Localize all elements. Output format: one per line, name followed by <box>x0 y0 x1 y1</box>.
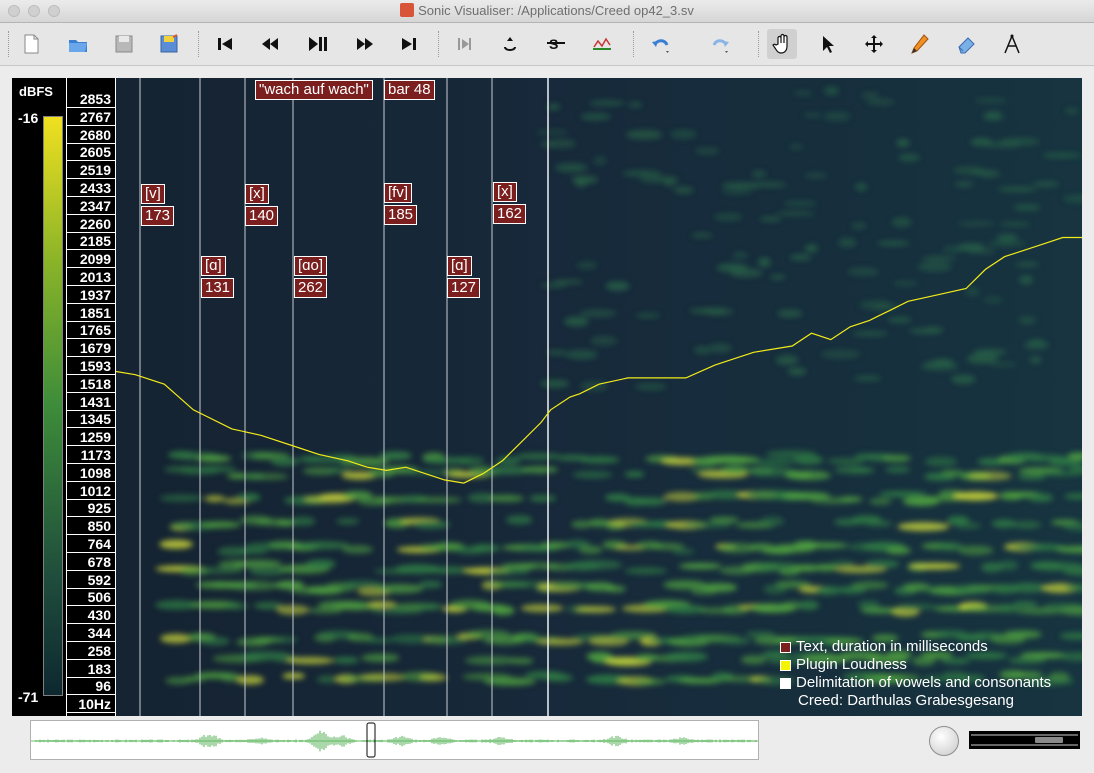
rewind-start-icon[interactable] <box>210 29 240 59</box>
frequency-tick-label: 1431 <box>79 393 111 410</box>
save-session-icon[interactable] <box>154 29 184 59</box>
overview-waveform[interactable] <box>30 720 759 760</box>
segment-duration: 127 <box>447 278 481 298</box>
frequency-tick-label: 2767 <box>79 108 111 125</box>
spectrogram-background <box>116 78 1082 716</box>
frequency-tick-label: 2853 <box>79 91 111 107</box>
fast-forward-icon[interactable] <box>350 29 380 59</box>
scale-max-label: -16 <box>18 110 39 126</box>
segment-duration: 185 <box>384 205 418 225</box>
redo-icon[interactable] <box>705 29 735 59</box>
frequency-tick-label: 1345 <box>79 411 111 428</box>
frequency-tick-label: 2605 <box>79 144 111 161</box>
frequency-tick-label: 1012 <box>79 482 111 499</box>
frequency-tick <box>67 712 117 714</box>
erase-icon[interactable] <box>951 29 981 59</box>
toolbar: S <box>0 23 1094 66</box>
measure-icon[interactable] <box>997 29 1027 59</box>
select-arrow-icon[interactable] <box>813 29 843 59</box>
rewind-icon[interactable] <box>255 29 285 59</box>
frequency-tick-label: 10Hz <box>78 696 111 713</box>
segment-duration: 131 <box>201 278 235 298</box>
save-icon[interactable] <box>109 29 139 59</box>
new-file-icon[interactable] <box>16 29 46 59</box>
segment-duration: 162 <box>493 204 527 224</box>
frequency-tick-label: 764 <box>87 536 111 552</box>
segment-label: [ɑ] <box>201 256 226 276</box>
legend: Text, duration in milliseconds Plugin Lo… <box>780 638 1051 710</box>
frequency-tick-label: 2013 <box>79 269 111 285</box>
segment-duration: 140 <box>245 206 279 226</box>
frequency-tick-label: 258 <box>87 642 111 659</box>
frequency-tick-label: 1937 <box>79 286 111 303</box>
segment-label: [v] <box>141 184 165 204</box>
frequency-tick-label: 1765 <box>79 322 111 339</box>
app-icon <box>400 3 415 17</box>
frequency-tick-label: 1679 <box>79 340 111 357</box>
frequency-tick-label: 2433 <box>79 180 111 196</box>
loop-icon[interactable] <box>495 29 525 59</box>
main-pane[interactable]: dBFS -16 -71 2853 2767 2680 2605 2519 2433 234… <box>12 78 1082 716</box>
segment-label: [x] <box>493 182 517 202</box>
draw-pencil-icon[interactable] <box>905 29 935 59</box>
frequency-tick-label: 1518 <box>79 375 111 392</box>
spectrogram-view[interactable]: [v] 173 [ɑ] 131 [x] 140 [ɑo] 262 [fv] 185 [ɑ] 127 [x… <box>116 78 1082 716</box>
title-bar: Sonic Visualiser: /Applications/Creed op… <box>0 0 1094 23</box>
legend-item: Text, duration in milliseconds <box>780 638 1051 656</box>
frequency-tick-label: 1098 <box>79 464 111 481</box>
zoom-knob[interactable] <box>929 726 959 756</box>
segment-label: [x] <box>245 184 269 204</box>
frequency-tick-label: 1259 <box>79 429 111 446</box>
frequency-tick-label: 506 <box>87 589 111 606</box>
solo-icon[interactable]: S <box>541 29 571 59</box>
frequency-tick-label: 344 <box>87 625 111 641</box>
segment-label: [ɑo] <box>294 256 328 276</box>
play-pause-icon[interactable] <box>303 29 333 59</box>
frequency-scale: 2853 2767 2680 2605 2519 2433 2347 2260 2185 2099… <box>66 78 117 716</box>
legend-item: Plugin Loudness <box>780 656 1051 674</box>
frequency-tick-label: 2260 <box>79 215 111 232</box>
frequency-tick-label: 592 <box>87 571 111 588</box>
bar-annotation: bar 48 <box>384 80 435 100</box>
frequency-tick-label: 2185 <box>79 233 111 250</box>
navigate-hand-icon[interactable] <box>767 29 797 59</box>
follow-playback-icon[interactable] <box>587 29 617 59</box>
segment-label: [ɑ] <box>447 256 472 276</box>
horizontal-zoom-slider[interactable] <box>969 731 1080 749</box>
segment-duration: 173 <box>141 206 175 226</box>
frequency-tick-label: 850 <box>87 518 111 535</box>
frequency-tick-label: 2680 <box>79 126 111 143</box>
frequency-tick-label: 96 <box>95 678 111 695</box>
frequency-tick-label: 1851 <box>79 304 111 321</box>
play-selection-icon[interactable] <box>449 29 479 59</box>
frequency-tick-label: 925 <box>87 500 111 517</box>
scale-unit-label: dBFS <box>19 84 53 99</box>
undo-icon[interactable] <box>646 29 676 59</box>
move-icon[interactable] <box>859 29 889 59</box>
open-folder-icon[interactable] <box>63 29 93 59</box>
legend-note: Creed: Darthulas Grabesgesang <box>798 692 1014 709</box>
frequency-tick-label: 183 <box>87 660 111 677</box>
frequency-tick-label: 2099 <box>79 251 111 268</box>
frequency-tick-label: 2347 <box>79 197 111 214</box>
segment-duration: 262 <box>294 278 328 298</box>
frequency-tick-label: 1173 <box>80 447 111 463</box>
waveform-overview <box>35 730 757 752</box>
legend-item: Delimitation of vowels and consonants <box>780 674 1051 692</box>
frequency-tick-label: 2519 <box>79 162 111 179</box>
frequency-tick-label: 430 <box>87 607 111 624</box>
scale-min-label: -71 <box>18 689 39 705</box>
text-annotation: "wach auf wach" <box>255 80 373 100</box>
window-title: Sonic Visualiser: /Applications/Creed op… <box>418 3 694 18</box>
zoom-thumb <box>1035 737 1063 743</box>
colour-scale-bar <box>43 116 63 696</box>
frequency-tick-label: 678 <box>87 553 111 570</box>
frequency-tick-label: 1593 <box>79 358 111 374</box>
fast-forward-end-icon[interactable] <box>394 29 424 59</box>
segment-label: [fv] <box>384 183 413 203</box>
